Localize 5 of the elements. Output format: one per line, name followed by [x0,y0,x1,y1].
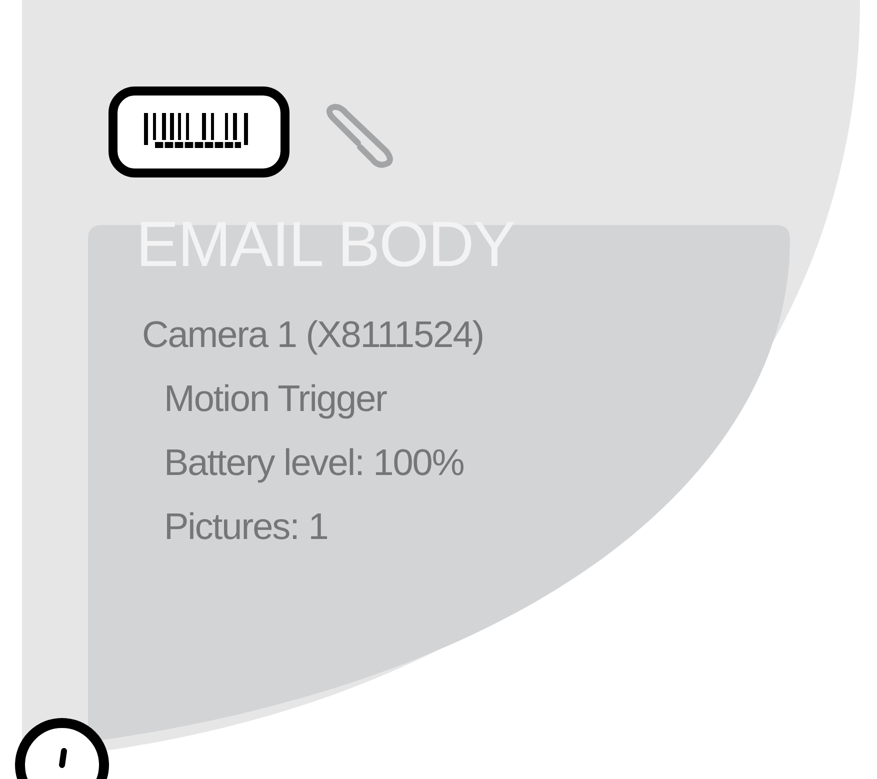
detail-line: Battery level: 100% [164,441,465,485]
detail-line: Motion Trigger [164,377,388,421]
camera-name: Camera 1 (X8111524) [142,313,485,357]
barcode-icon[interactable] [108,86,290,178]
detail-line: Pictures: 1 [164,505,329,549]
